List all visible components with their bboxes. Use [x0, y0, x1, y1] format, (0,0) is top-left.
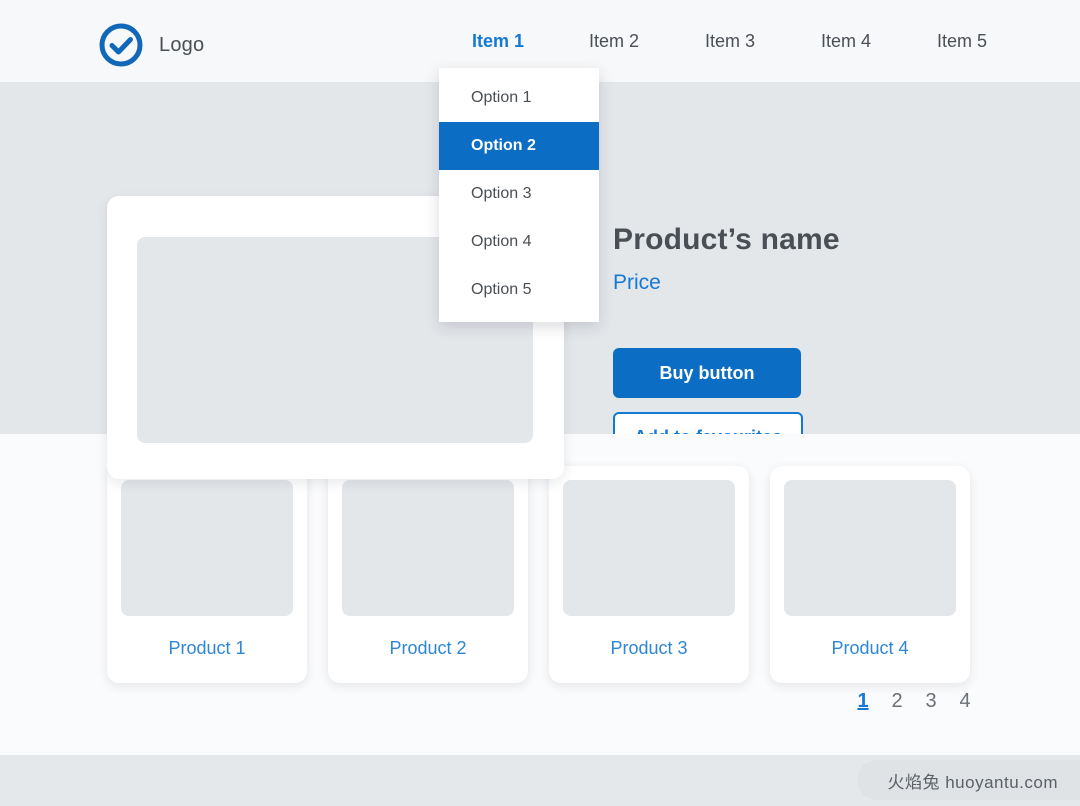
product-card[interactable]: Product 1: [107, 466, 307, 683]
pagination: 1 2 3 4: [852, 690, 976, 713]
nav-item-1[interactable]: Item 1: [440, 31, 556, 52]
product-thumbnail: [563, 480, 735, 616]
page-link-1[interactable]: 1: [852, 690, 874, 713]
product-card[interactable]: Product 2: [328, 466, 528, 683]
product-card-list: Product 1 Product 2 Product 3 Product 4: [107, 466, 970, 683]
buy-button[interactable]: Buy button: [613, 348, 801, 398]
product-thumbnail: [784, 480, 956, 616]
page-link-4[interactable]: 4: [954, 690, 976, 713]
dropdown-item-1[interactable]: Option 1: [439, 74, 599, 122]
nav-item-4[interactable]: Item 4: [788, 31, 904, 52]
dropdown-item-4[interactable]: Option 4: [439, 218, 599, 266]
page-link-2[interactable]: 2: [886, 690, 908, 713]
product-price: Price: [613, 271, 661, 294]
dropdown-item-3[interactable]: Option 3: [439, 170, 599, 218]
product-card-label: Product 4: [831, 638, 909, 658]
brand-name: Logo: [159, 33, 205, 56]
product-card-label: Product 1: [168, 638, 246, 658]
check-circle-icon: [97, 21, 145, 69]
product-name: Product’s name: [613, 223, 840, 256]
site-footer: 火焰兔 huoyantu.com: [0, 755, 1080, 806]
nav-item-5[interactable]: Item 5: [904, 31, 1020, 52]
brand-logo[interactable]: Logo: [97, 21, 204, 69]
product-card-label: Product 3: [610, 638, 688, 658]
watermark-badge: 火焰兔 huoyantu.com: [857, 760, 1080, 800]
dropdown-item-2[interactable]: Option 2: [439, 122, 599, 170]
product-card[interactable]: Product 4: [770, 466, 970, 683]
page-link-3[interactable]: 3: [920, 690, 942, 713]
nav-item-3[interactable]: Item 3: [672, 31, 788, 52]
product-card[interactable]: Product 3: [549, 466, 749, 683]
product-thumbnail: [121, 480, 293, 616]
nav-item-2[interactable]: Item 2: [556, 31, 672, 52]
product-info: Product’s name Price: [613, 223, 993, 295]
product-thumbnail: [342, 480, 514, 616]
nav-dropdown-menu: Option 1 Option 2 Option 3 Option 4 Opti…: [439, 68, 599, 322]
dropdown-item-5[interactable]: Option 5: [439, 266, 599, 314]
product-card-label: Product 2: [389, 638, 467, 658]
